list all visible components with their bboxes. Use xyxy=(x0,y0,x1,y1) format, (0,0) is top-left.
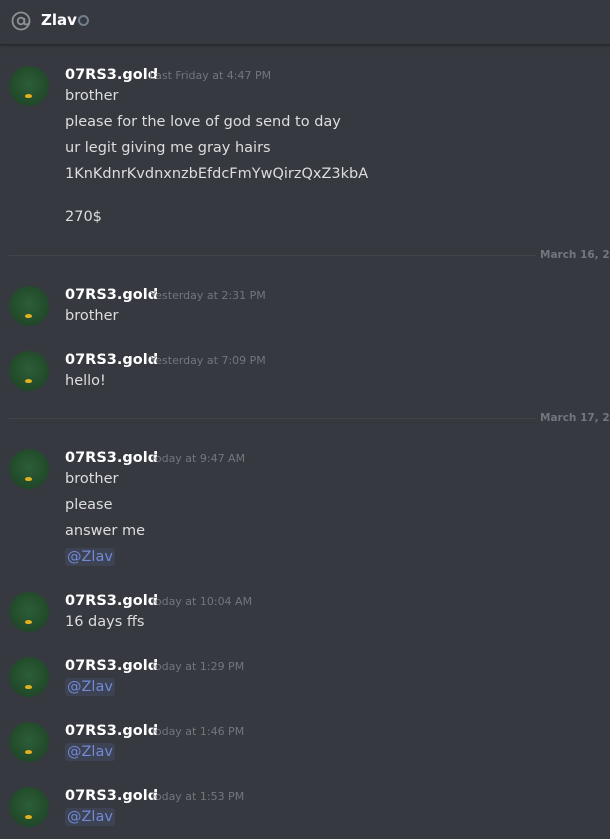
avatar[interactable] xyxy=(9,449,49,489)
timestamp: Yesterday at 2:31 PM xyxy=(150,289,266,302)
message-text: brother xyxy=(65,88,119,104)
avatar[interactable] xyxy=(9,787,49,827)
date-divider xyxy=(9,418,610,419)
user-mention[interactable]: @Zlav xyxy=(65,743,115,761)
avatar[interactable] xyxy=(9,657,49,697)
avatar[interactable] xyxy=(9,66,49,106)
message-text: 270$ xyxy=(65,209,102,225)
username[interactable]: 07RS3.gold xyxy=(65,722,158,740)
message-text: 1KnKdnrKvdnxnzbEfdcFmYwQirzQxZ3kbA xyxy=(65,166,369,182)
username[interactable]: 07RS3.gold xyxy=(65,66,158,84)
timestamp: Last Friday at 4:47 PM xyxy=(149,69,272,82)
username[interactable]: 07RS3.gold xyxy=(65,351,158,369)
username[interactable]: 07RS3.gold xyxy=(65,286,158,304)
timestamp: Today at 9:47 AM xyxy=(150,452,246,465)
message-text: brother xyxy=(65,471,119,487)
user-mention[interactable]: @Zlav xyxy=(65,548,115,566)
message-text: hello! xyxy=(65,373,106,389)
at-icon xyxy=(10,10,32,32)
avatar[interactable] xyxy=(9,722,49,762)
avatar[interactable] xyxy=(9,286,49,326)
username[interactable]: 07RS3.gold xyxy=(65,657,158,675)
avatar[interactable] xyxy=(9,592,49,632)
message-text: please for the love of god send to day xyxy=(65,114,341,130)
username[interactable]: 07RS3.gold xyxy=(65,787,158,805)
username[interactable]: 07RS3.gold xyxy=(65,449,158,467)
timestamp: Today at 10:04 AM xyxy=(150,595,253,608)
date-divider xyxy=(9,255,610,256)
user-mention[interactable]: @Zlav xyxy=(65,808,115,826)
channel-header: Zlav xyxy=(0,0,610,45)
timestamp: Today at 1:46 PM xyxy=(150,725,245,738)
offline-status-icon xyxy=(78,15,89,26)
date-divider-label: March 16, 2021 xyxy=(536,249,610,261)
timestamp: Yesterday at 7:09 PM xyxy=(150,354,266,367)
date-divider-label: March 17, 2021 xyxy=(536,412,610,424)
username[interactable]: 07RS3.gold xyxy=(65,592,158,610)
user-mention[interactable]: @Zlav xyxy=(65,678,115,696)
avatar[interactable] xyxy=(9,351,49,391)
message-text: ur legit giving me gray hairs xyxy=(65,140,271,156)
message-text: brother xyxy=(65,308,119,324)
message-text: answer me xyxy=(65,523,146,539)
message-text: please xyxy=(65,497,113,513)
timestamp: Today at 1:53 PM xyxy=(150,790,245,803)
header-title[interactable]: Zlav xyxy=(41,11,77,29)
timestamp: Today at 1:29 PM xyxy=(150,660,245,673)
message-text: 16 days ffs xyxy=(65,614,145,630)
